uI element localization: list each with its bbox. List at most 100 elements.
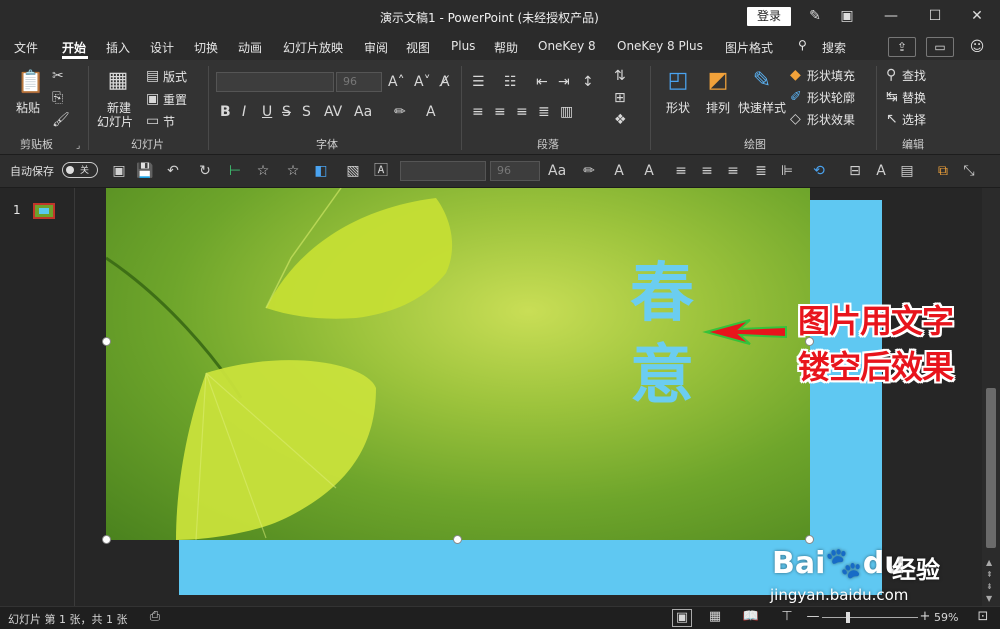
- replace-button[interactable]: 替换: [902, 89, 926, 106]
- layout-button[interactable]: 版式: [163, 68, 187, 85]
- justify-icon[interactable]: ≣: [538, 104, 550, 120]
- shapes-icon[interactable]: ◰: [664, 68, 692, 94]
- autosave-toggle[interactable]: 关: [62, 162, 98, 178]
- normal-view-icon[interactable]: ▣: [672, 609, 692, 627]
- save-icon[interactable]: 💾: [136, 162, 154, 180]
- zoom-level[interactable]: 59%: [934, 611, 958, 624]
- shape-fill-icon[interactable]: ◆: [790, 67, 801, 83]
- undo-icon[interactable]: ↶: [164, 162, 182, 180]
- tab-home[interactable]: 开始: [62, 39, 86, 56]
- section-button[interactable]: 节: [163, 113, 175, 130]
- slideshow-view-icon[interactable]: ⊤: [778, 609, 796, 625]
- grow-font-icon[interactable]: A˄: [388, 74, 405, 90]
- paste-button[interactable]: 粘贴: [16, 99, 40, 116]
- search-icon[interactable]: ⚲: [798, 38, 807, 52]
- search-label[interactable]: 搜索: [822, 39, 846, 56]
- font-name-field[interactable]: [216, 72, 334, 92]
- fit-icon[interactable]: ⤡: [960, 162, 978, 180]
- section-icon[interactable]: ▭: [146, 113, 159, 129]
- quick-styles-button[interactable]: 快速样式: [738, 99, 786, 116]
- new-slide-label-2[interactable]: 幻灯片: [97, 113, 133, 130]
- scroll-up-icon[interactable]: ▲: [986, 558, 992, 567]
- share-button[interactable]: ⇪: [888, 37, 916, 57]
- tab-animations[interactable]: 动画: [238, 39, 262, 56]
- reset-button[interactable]: 重置: [163, 91, 187, 108]
- format-painter-icon[interactable]: 🖌: [52, 112, 70, 128]
- align-right-icon[interactable]: ≡: [724, 162, 742, 180]
- accessibility-icon[interactable]: ⎙: [146, 609, 164, 625]
- star-outline-icon[interactable]: ☆: [284, 162, 302, 180]
- font-color-icon[interactable]: A: [610, 162, 628, 180]
- new-slide-icon[interactable]: ▦: [104, 68, 132, 94]
- smartart-icon[interactable]: ❖: [614, 112, 627, 128]
- slide-thumbnail[interactable]: [33, 203, 55, 219]
- copy-icon[interactable]: ⎘: [52, 90, 63, 106]
- align-center-icon[interactable]: ≡: [494, 104, 506, 120]
- strikethrough-icon[interactable]: S̶: [282, 104, 291, 120]
- tab-review[interactable]: 审阅: [364, 39, 388, 56]
- numbering-icon[interactable]: ☷: [504, 74, 517, 90]
- underline-icon[interactable]: U: [262, 104, 272, 120]
- shape-insert-icon[interactable]: ◧: [312, 162, 330, 180]
- star-icon[interactable]: ☆: [254, 162, 272, 180]
- find-icon[interactable]: ⚲: [886, 67, 896, 83]
- pen-icon[interactable]: ✎: [804, 6, 826, 26]
- change-case-icon[interactable]: Aa: [548, 162, 566, 180]
- tab-transitions[interactable]: 切换: [194, 39, 218, 56]
- tab-slideshow[interactable]: 幻灯片放映: [283, 39, 343, 56]
- shape-outline-icon[interactable]: ✐: [790, 89, 802, 105]
- ribbon-display-icon[interactable]: ▣: [836, 6, 858, 26]
- arrange-button[interactable]: 排列: [706, 99, 730, 116]
- qat-font-size-field[interactable]: 96: [490, 161, 540, 181]
- select-icon[interactable]: ↖: [886, 111, 898, 127]
- highlight-icon[interactable]: ✏: [580, 162, 598, 180]
- text-direction-icon[interactable]: ⇅: [614, 68, 626, 84]
- clear-format-icon[interactable]: A̸: [440, 74, 450, 90]
- shrink-font-icon[interactable]: A˅: [414, 74, 431, 90]
- char-spacing-icon[interactable]: AV: [324, 104, 342, 120]
- cut-icon[interactable]: ✂: [52, 68, 64, 84]
- align-objects-icon[interactable]: ⊫: [778, 162, 796, 180]
- crop-icon[interactable]: ⧉: [934, 162, 952, 180]
- vertical-scrollbar[interactable]: [982, 188, 1000, 606]
- replace-icon[interactable]: ↹: [886, 89, 898, 105]
- textbox-icon[interactable]: 🄰: [372, 162, 390, 180]
- shape-fill-button[interactable]: 形状填充: [807, 67, 855, 84]
- comments-button[interactable]: ▭: [926, 37, 954, 57]
- italic-icon[interactable]: I: [242, 104, 246, 120]
- align-left-icon[interactable]: ≡: [472, 104, 484, 120]
- tab-view[interactable]: 视图: [406, 39, 430, 56]
- decrease-indent-icon[interactable]: ⇤: [536, 74, 548, 90]
- selection-handle[interactable]: [102, 535, 111, 544]
- slide-sorter-icon[interactable]: ▦: [706, 609, 724, 625]
- distribute-icon[interactable]: ⊟: [846, 162, 864, 180]
- increase-indent-icon[interactable]: ⇥: [558, 74, 570, 90]
- close-icon[interactable]: ✕: [966, 6, 988, 26]
- maximize-icon[interactable]: ☐: [924, 6, 946, 26]
- minimize-icon[interactable]: —: [880, 6, 902, 26]
- reset-icon[interactable]: ▣: [146, 91, 159, 107]
- tab-picture-format[interactable]: 图片格式: [725, 39, 773, 56]
- selection-handle[interactable]: [453, 535, 462, 544]
- font-size-field[interactable]: 96: [336, 72, 382, 92]
- smiley-icon[interactable]: ☺: [966, 37, 988, 57]
- tab-help[interactable]: 帮助: [494, 39, 518, 56]
- reading-view-icon[interactable]: 📖: [742, 609, 760, 625]
- align-left-icon[interactable]: ≡: [672, 162, 690, 180]
- tab-onekey8[interactable]: OneKey 8: [538, 39, 596, 53]
- tab-plus[interactable]: Plus: [451, 39, 475, 53]
- font-color-icon[interactable]: A: [426, 104, 436, 120]
- quick-styles-icon[interactable]: ✎: [748, 68, 776, 94]
- layout-icon[interactable]: ▤: [146, 68, 159, 84]
- align-text-icon[interactable]: ⊞: [614, 90, 626, 106]
- paste-icon[interactable]: 📋: [17, 70, 44, 96]
- selection-handle[interactable]: [805, 535, 814, 544]
- next-slide-icon[interactable]: ⇟: [986, 582, 993, 591]
- columns-icon[interactable]: ▥: [560, 104, 573, 120]
- shape-outline-button[interactable]: 形状轮廓: [807, 89, 855, 106]
- save-as-icon[interactable]: ▣: [110, 162, 128, 180]
- ruler-icon[interactable]: ⊢: [226, 162, 244, 180]
- arrange-icon[interactable]: ◩: [704, 68, 732, 94]
- justify-icon[interactable]: ≣: [752, 162, 770, 180]
- tab-design[interactable]: 设计: [150, 39, 174, 56]
